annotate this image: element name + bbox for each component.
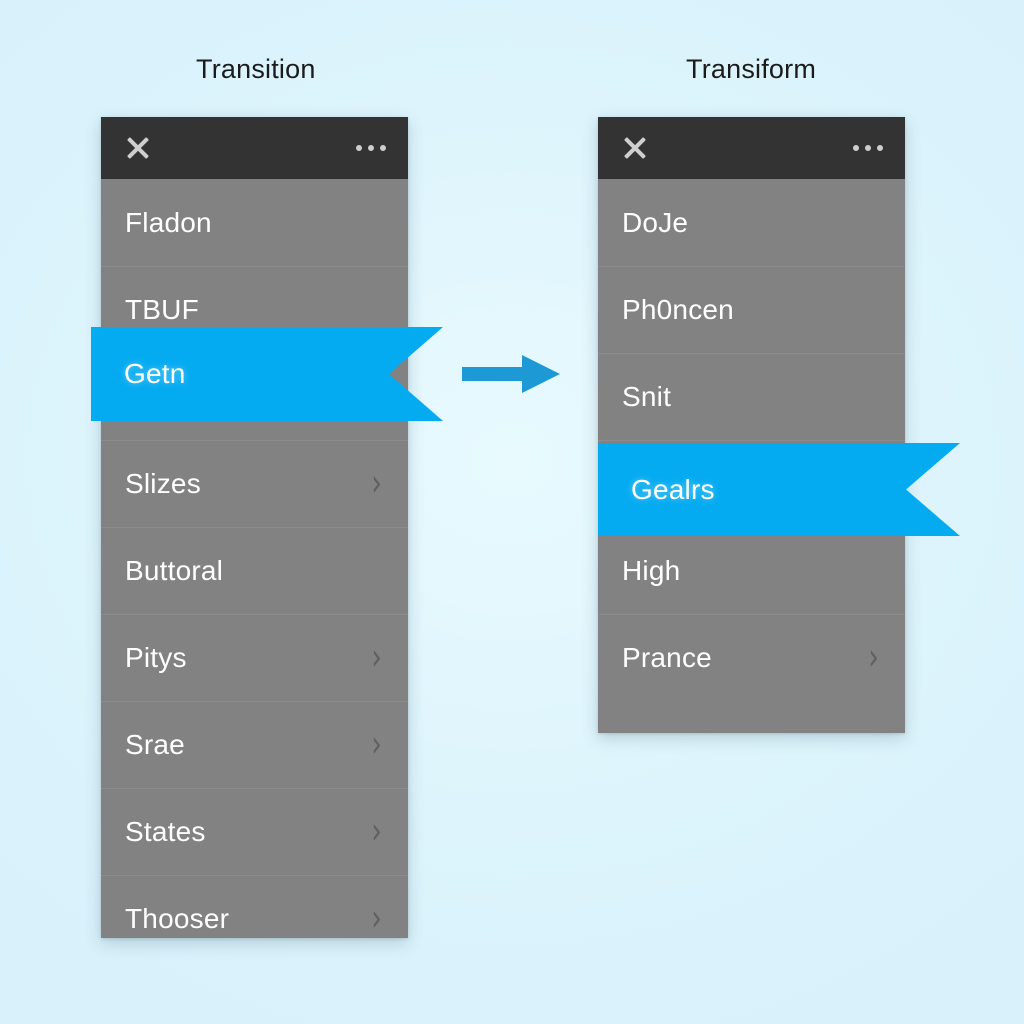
chevron-right-icon: › <box>371 810 382 854</box>
left-selected-ribbon-label: Getn <box>124 358 186 389</box>
menu-item-prance[interactable]: Prance › <box>598 614 905 701</box>
right-selected-ribbon-label: Gealrs <box>631 473 715 505</box>
menu-item-states[interactable]: States › <box>101 788 408 875</box>
menu-item-ph0ncen[interactable]: Ph0ncen <box>598 266 905 353</box>
more-dot <box>380 145 386 151</box>
menu-item-label: DoJe <box>622 206 689 238</box>
close-icon[interactable] <box>125 135 151 161</box>
left-menu-list: FladonTBUFGetn›Slizes›ButtoralPitys›Srae… <box>101 179 408 938</box>
right-menu-list: DoJe Ph0ncen Snit Gealrs › High Prance › <box>598 179 905 701</box>
arrow-right-icon <box>462 355 560 393</box>
menu-item-label: Thooser <box>125 903 230 934</box>
menu-item-thooser[interactable]: Thooser › <box>101 875 408 938</box>
chevron-right-icon: › <box>371 462 382 506</box>
right-diagram-caption: Transiform <box>686 54 817 84</box>
menu-item-label: Buttoral <box>125 555 224 586</box>
menu-item-buttoral[interactable]: Buttoral <box>101 527 408 614</box>
menu-item-label: High <box>622 555 681 586</box>
menu-item-label: Ph0ncen <box>622 294 734 325</box>
left-menu-panel: FladonTBUFGetn›Slizes›ButtoralPitys›Srae… <box>101 117 408 938</box>
menu-item-fladon[interactable]: Fladon <box>101 179 408 266</box>
close-icon[interactable] <box>622 135 648 161</box>
more-dot <box>368 145 374 151</box>
left-menu-panel-body: FladonTBUFGetn›Slizes›ButtoralPitys›Srae… <box>101 117 408 938</box>
right-panel-titlebar <box>598 117 905 179</box>
left-diagram-caption: Transition <box>196 54 316 84</box>
left-panel-titlebar <box>101 117 408 179</box>
chevron-right-icon: › <box>371 723 382 767</box>
menu-item-label: Pitys <box>125 642 187 673</box>
right-menu-panel: DoJe Ph0ncen Snit Gealrs › High Prance › Gealrs <box>598 117 905 733</box>
menu-item-srae[interactable]: Srae › <box>101 701 408 788</box>
right-menu-panel-body: DoJe Ph0ncen Snit Gealrs › High Prance › <box>598 117 905 733</box>
menu-item-label: Snit <box>622 381 672 412</box>
menu-item-snit[interactable]: Snit <box>598 353 905 440</box>
menu-item-doje[interactable]: DoJe <box>598 179 905 266</box>
menu-item-label: Slizes <box>125 468 201 499</box>
more-dot <box>865 145 871 151</box>
menu-item-label: Fladon <box>125 206 212 238</box>
menu-item-label: TBUF <box>125 294 199 325</box>
more-options-icon[interactable] <box>356 145 386 151</box>
more-dot <box>356 145 362 151</box>
more-dot <box>877 145 883 151</box>
right-selected-ribbon[interactable]: Gealrs <box>598 443 960 536</box>
menu-item-label: States <box>125 816 206 847</box>
chevron-right-icon: › <box>868 636 879 680</box>
more-options-icon[interactable] <box>853 145 883 151</box>
menu-item-slizes[interactable]: Slizes › <box>101 440 408 527</box>
chevron-right-icon: › <box>371 897 382 938</box>
menu-item-high[interactable]: High <box>598 527 905 614</box>
menu-item-label: Srae <box>125 729 185 760</box>
menu-item-label: Prance <box>622 642 712 673</box>
menu-item-pitys[interactable]: Pitys › <box>101 614 408 701</box>
more-dot <box>853 145 859 151</box>
chevron-right-icon: › <box>371 636 382 680</box>
